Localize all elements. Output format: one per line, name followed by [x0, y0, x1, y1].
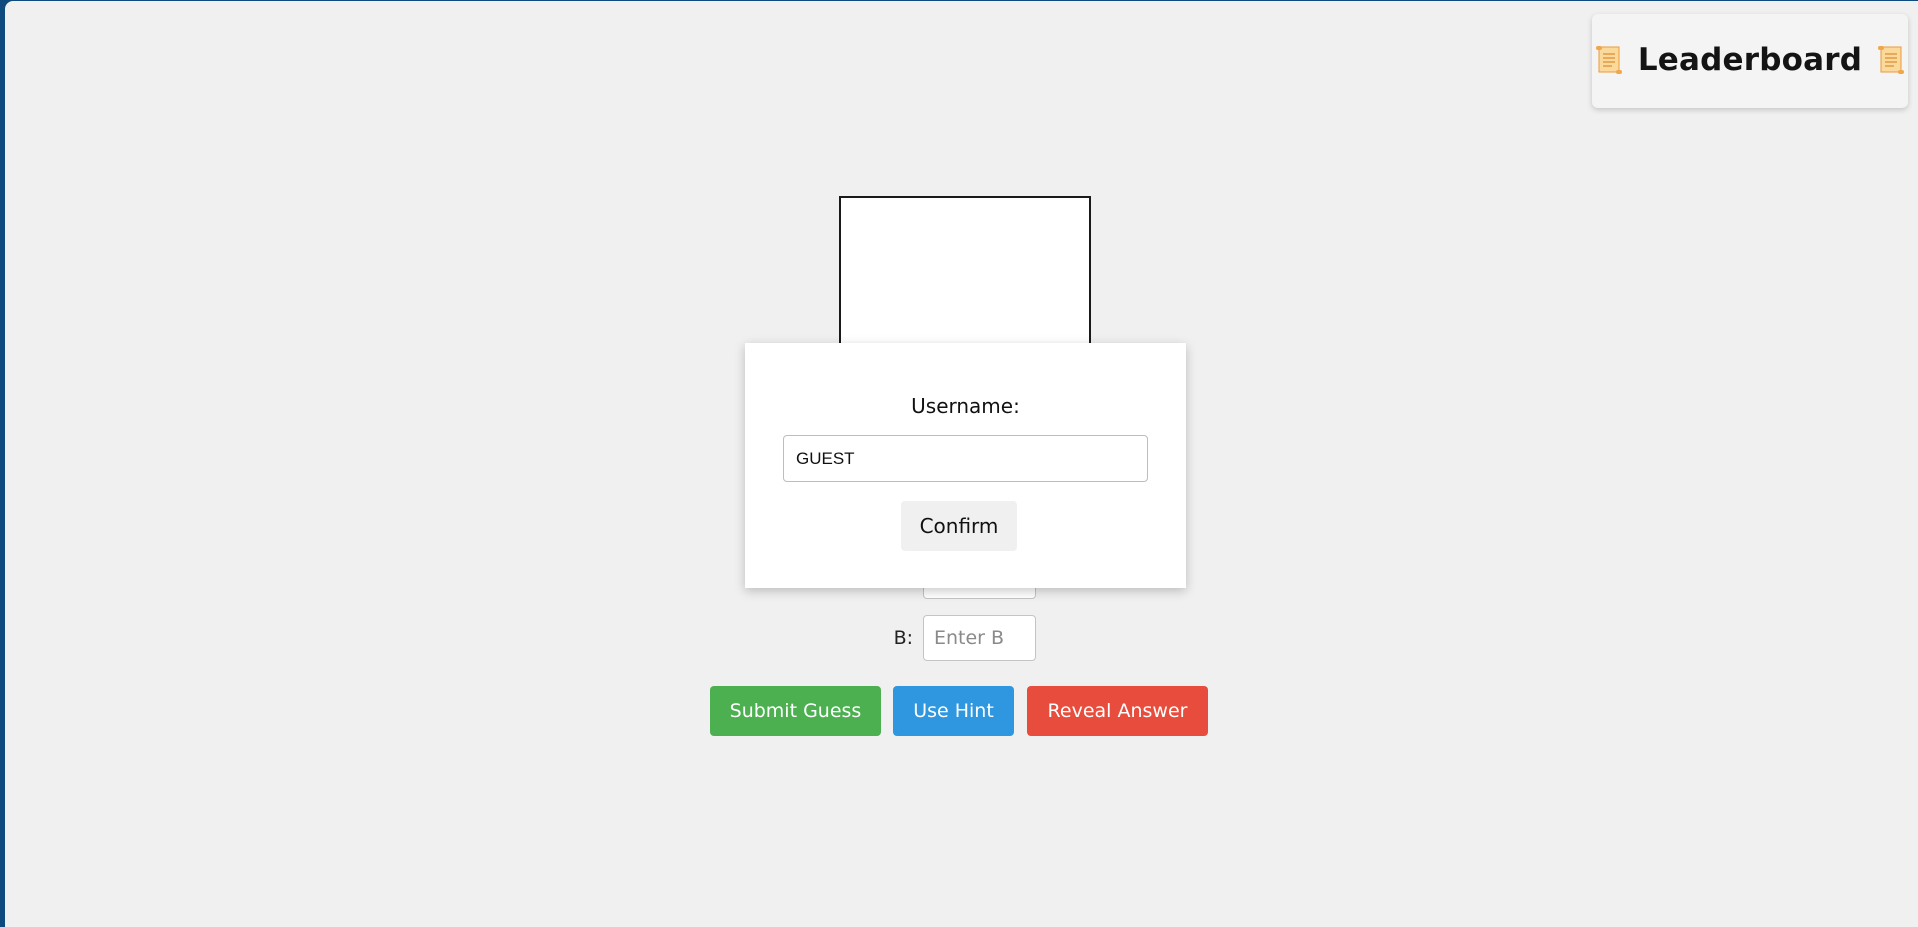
leaderboard-header: Leaderboard: [1592, 42, 1908, 78]
page-background: Leaderboard B: Submit Guess Use Hint: [5, 1, 1918, 927]
use-hint-button[interactable]: Use Hint: [893, 686, 1014, 736]
leaderboard-title: Leaderboard: [1637, 42, 1863, 78]
reveal-answer-button[interactable]: Reveal Answer: [1027, 686, 1208, 736]
field-b-label: B:: [893, 627, 913, 649]
username-input[interactable]: [783, 435, 1148, 482]
scroll-icon: [1876, 44, 1906, 76]
username-label: Username:: [911, 394, 1020, 418]
username-modal: Username: Confirm: [745, 343, 1186, 588]
submit-guess-button[interactable]: Submit Guess: [710, 686, 881, 736]
scroll-icon: [1594, 44, 1624, 76]
field-b-input[interactable]: [923, 615, 1036, 661]
confirm-button[interactable]: Confirm: [901, 501, 1017, 551]
game-canvas: [839, 196, 1091, 356]
leaderboard-panel[interactable]: Leaderboard: [1592, 14, 1908, 108]
field-b-row: B:: [885, 615, 1036, 661]
